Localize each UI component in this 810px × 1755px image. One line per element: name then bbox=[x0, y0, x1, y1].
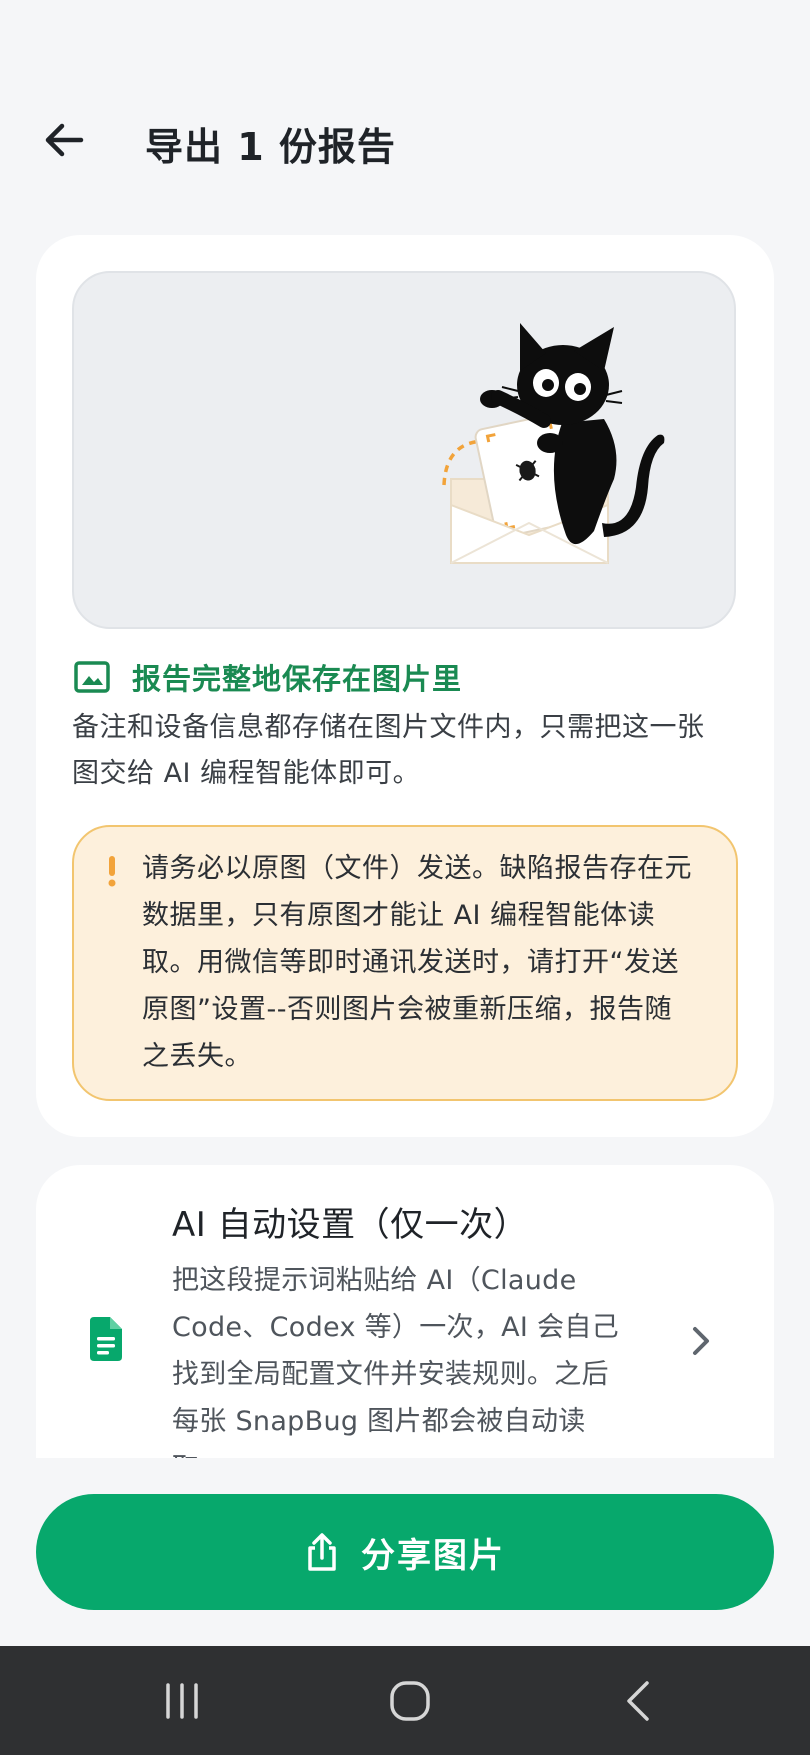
nav-back-button[interactable] bbox=[568, 1646, 708, 1755]
arrow-left-icon bbox=[45, 123, 84, 157]
saved-desc-line: 图交给 AI 编程智能体即可。 bbox=[72, 758, 421, 789]
original-file-warning: 请务必以原图（文件）发送。缺陷报告存在元 数据里，只有原图才能让 AI 编程智能… bbox=[72, 825, 738, 1101]
share-button-label: 分享图片 bbox=[361, 1535, 505, 1576]
report-preview-image[interactable] bbox=[72, 271, 736, 629]
nav-home-button[interactable] bbox=[340, 1646, 480, 1755]
saved-title: 报告完整地保存在图片里 bbox=[132, 662, 463, 696]
warning-line: 原图”设置--否则图片会被重新压缩，报告随 bbox=[142, 994, 672, 1025]
warning-line: 数据里，只有原图才能让 AI 编程智能体读 bbox=[142, 900, 656, 931]
document-icon bbox=[90, 1317, 122, 1361]
warning-text: 请务必以原图（文件）发送。缺陷报告存在元 数据里，只有原图才能让 AI 编程智能… bbox=[142, 845, 722, 1080]
saved-description: 备注和设备信息都存储在图片文件内，只需把这一张 图交给 AI 编程智能体即可。 bbox=[72, 705, 742, 797]
bottom-action-area: 分享图片 bbox=[0, 1458, 810, 1646]
auto-setup-title: AI 自动设置（仅一次） bbox=[172, 1205, 529, 1245]
report-card: 报告完整地保存在图片里 备注和设备信息都存储在图片文件内，只需把这一张 图交给 … bbox=[36, 235, 774, 1137]
saved-desc-line: 备注和设备信息都存储在图片文件内，只需把这一张 bbox=[72, 712, 705, 743]
auto-setup-line: Code、Codex 等）一次，AI 会自己 bbox=[172, 1312, 619, 1343]
auto-setup-line: 找到全局配置文件并安装规则。之后 bbox=[172, 1359, 609, 1390]
auto-setup-description: 把这段提示词粘贴给 AI（Claude Code、Codex 等）一次，AI 会… bbox=[172, 1257, 652, 1465]
nav-back-icon bbox=[627, 1680, 649, 1721]
exclamation-icon bbox=[108, 856, 116, 887]
share-image-button[interactable]: 分享图片 bbox=[36, 1494, 774, 1610]
back-button[interactable] bbox=[36, 112, 92, 168]
system-navigation-bar bbox=[0, 1646, 810, 1755]
warning-line: 请务必以原图（文件）发送。缺陷报告存在元 bbox=[142, 853, 692, 884]
nav-recents-button[interactable] bbox=[112, 1646, 252, 1755]
ai-auto-setup-card[interactable]: AI 自动设置（仅一次） 把这段提示词粘贴给 AI（Claude Code、Co… bbox=[36, 1165, 774, 1465]
auto-setup-line: 把这段提示词粘贴给 AI（Claude bbox=[172, 1265, 577, 1296]
warning-line: 取。用微信等即时通讯发送时，请打开“发送 bbox=[142, 947, 679, 978]
auto-setup-line: 每张 SnapBug 图片都会被自动读 bbox=[172, 1406, 586, 1437]
share-icon bbox=[308, 1533, 336, 1571]
cat-illustration bbox=[442, 323, 665, 564]
image-icon bbox=[74, 661, 110, 693]
warning-line: 之丢失。 bbox=[142, 1041, 252, 1072]
home-icon bbox=[390, 1680, 430, 1721]
saved-in-image-row: 报告完整地保存在图片里 bbox=[74, 652, 462, 702]
app-header: 导出 1 份报告 bbox=[0, 90, 810, 190]
chevron-right-icon bbox=[693, 1327, 709, 1355]
page-title: 导出 1 份报告 bbox=[145, 125, 396, 169]
recents-icon bbox=[166, 1682, 198, 1719]
